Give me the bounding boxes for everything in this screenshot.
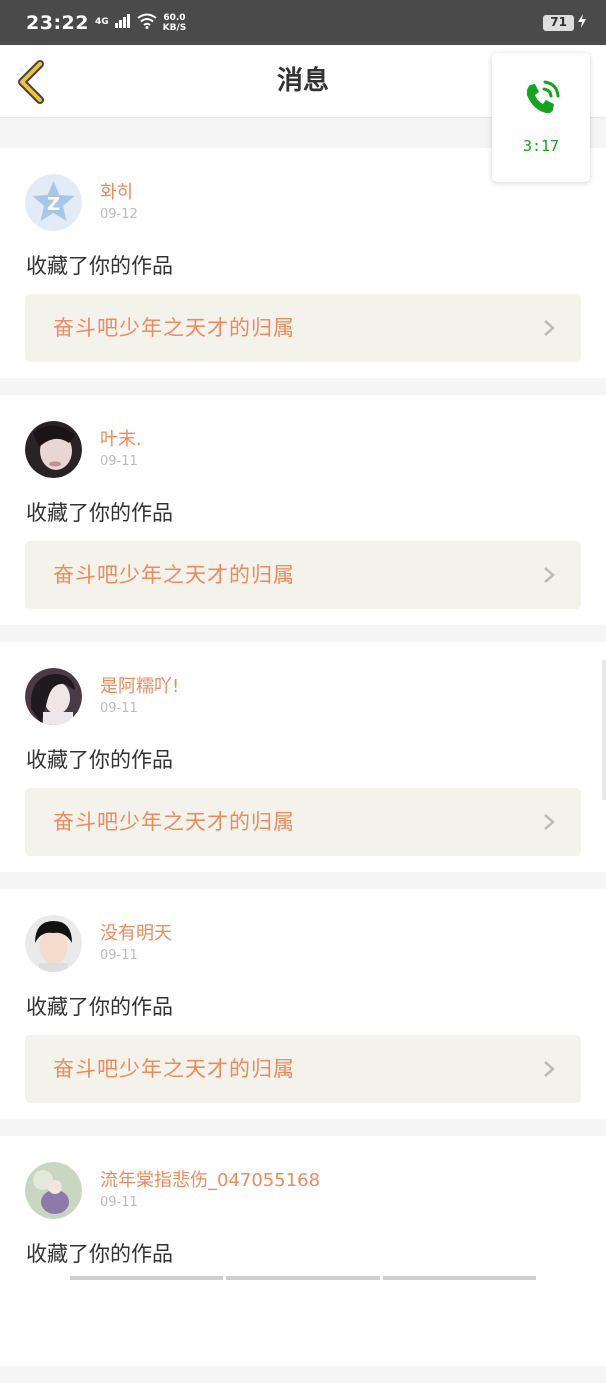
message-list: Z 화히 09-12 收藏了你的作品 奋斗吧少年之天才的归属 叶末. 09-11… bbox=[0, 130, 606, 1383]
wifi-icon bbox=[137, 13, 157, 33]
phone-call-icon bbox=[526, 80, 560, 114]
signal-icon bbox=[114, 13, 131, 32]
work-title: 奋斗吧少年之天才的归属 bbox=[53, 563, 295, 587]
message-date: 09-11 bbox=[100, 701, 138, 716]
user-photo-avatar-icon bbox=[25, 421, 82, 478]
message-item: 是阿糯吖! 09-11 收藏了你的作品 奋斗吧少年之天才的归属 bbox=[0, 642, 606, 872]
user-name[interactable]: 화히 bbox=[100, 178, 133, 204]
avatar[interactable]: Z bbox=[25, 174, 82, 231]
message-item: 没有明天 09-11 收藏了你的作品 奋斗吧少年之天才的归属 bbox=[0, 889, 606, 1119]
work-title: 奋斗吧少年之天才的归属 bbox=[53, 810, 295, 834]
avatar[interactable] bbox=[25, 1162, 82, 1219]
chevron-right-icon bbox=[544, 1061, 555, 1077]
message-item: 叶末. 09-11 收藏了你的作品 奋斗吧少年之天才的归属 bbox=[0, 395, 606, 625]
user-name[interactable]: 叶末. bbox=[100, 425, 142, 451]
user-name[interactable]: 没有明天 bbox=[100, 919, 172, 945]
message-item: Z 화히 09-12 收藏了你的作品 奋斗吧少年之天才的归属 bbox=[0, 148, 606, 378]
message-date: 09-11 bbox=[100, 948, 138, 963]
work-title: 奋斗吧少年之天才的归属 bbox=[53, 316, 295, 340]
work-link[interactable]: 奋斗吧少年之天才的归属 bbox=[25, 1035, 581, 1103]
user-photo-avatar-icon bbox=[25, 668, 82, 725]
loading-placeholder-bars bbox=[70, 1276, 536, 1280]
message-date: 09-11 bbox=[100, 1195, 138, 1210]
qq-default-avatar-icon: Z bbox=[25, 174, 82, 231]
work-link[interactable]: 奋斗吧少年之天才的归属 bbox=[25, 541, 581, 609]
message-date: 09-11 bbox=[100, 454, 138, 469]
work-link[interactable]: 奋斗吧少年之天才的归属 bbox=[25, 294, 581, 362]
chevron-right-icon bbox=[544, 567, 555, 583]
user-photo-avatar-icon bbox=[25, 1162, 82, 1219]
speed-value: 60.0 bbox=[163, 12, 186, 23]
speed-unit: KB/S bbox=[162, 22, 187, 33]
avatar[interactable] bbox=[25, 421, 82, 478]
avatar[interactable] bbox=[25, 668, 82, 725]
chevron-right-icon bbox=[544, 814, 555, 830]
avatar[interactable] bbox=[25, 915, 82, 972]
message-action: 收藏了你的作品 bbox=[26, 995, 173, 1019]
message-item: 流年棠指悲伤_047055168 09-11 收藏了你的作品 bbox=[0, 1136, 606, 1366]
network-speed: 60.0 KB/S bbox=[163, 13, 187, 33]
status-time: 23:22 bbox=[26, 11, 89, 34]
chevron-right-icon bbox=[544, 320, 555, 336]
message-action: 收藏了你的作品 bbox=[26, 1242, 173, 1266]
network-type: 4G bbox=[94, 17, 109, 27]
message-action: 收藏了你的作品 bbox=[26, 748, 173, 772]
work-link[interactable]: 奋斗吧少年之天才的归属 bbox=[25, 788, 581, 856]
user-photo-avatar-icon bbox=[25, 915, 82, 972]
message-action: 收藏了你的作品 bbox=[26, 254, 173, 278]
battery-indicator: 71 bbox=[543, 14, 574, 31]
user-name[interactable]: 是阿糯吖! bbox=[100, 672, 179, 698]
message-action: 收藏了你的作品 bbox=[26, 501, 173, 525]
charging-icon bbox=[578, 13, 586, 32]
svg-text:Z: Z bbox=[47, 194, 60, 215]
status-bar: 23:22 4G 60.0 KB/S 71 bbox=[0, 0, 606, 45]
scroll-indicator bbox=[602, 660, 606, 800]
work-title: 奋斗吧少年之天才的归属 bbox=[53, 1057, 295, 1081]
floating-call-widget[interactable]: 3:17 bbox=[492, 53, 590, 182]
message-date: 09-12 bbox=[100, 207, 138, 222]
call-duration: 3:17 bbox=[522, 137, 560, 155]
user-name[interactable]: 流年棠指悲伤_047055168 bbox=[100, 1166, 320, 1192]
